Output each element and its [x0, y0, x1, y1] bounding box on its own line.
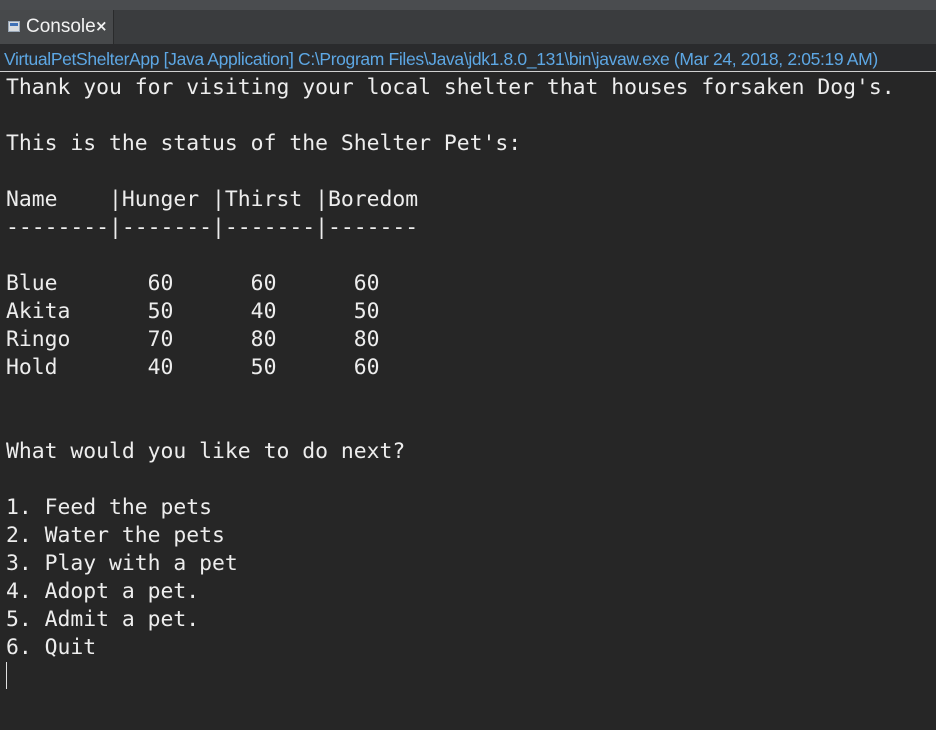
menu-option: 4. Adopt a pet. — [6, 579, 200, 604]
table-separator-line: --------|-------|-------|------- — [6, 215, 419, 240]
prompt-line: What would you like to do next? — [6, 439, 406, 464]
tab-strip-background — [0, 0, 936, 10]
pet-row: Ringo 70 80 80 — [6, 327, 380, 352]
pet-row: Blue 60 60 60 — [6, 271, 380, 296]
console-tab-label: Console — [26, 16, 96, 37]
close-icon[interactable]: × — [95, 17, 108, 35]
table-header-line: Name |Hunger |Thirst |Boredom — [6, 187, 419, 212]
launch-info-text: VirtualPetShelterApp [Java Application] … — [4, 49, 878, 69]
console-output[interactable]: Thank you for visiting your local shelte… — [0, 72, 936, 730]
pet-row: Hold 40 50 60 — [6, 355, 380, 380]
menu-option: 3. Play with a pet — [6, 551, 238, 576]
console-icon — [8, 21, 20, 32]
launch-info-bar: VirtualPetShelterApp [Java Application] … — [0, 44, 936, 72]
menu-option: 5. Admit a pet. — [6, 607, 200, 632]
input-caret[interactable] — [6, 662, 7, 689]
console-tab[interactable]: Console × — [0, 10, 114, 44]
menu-option: 2. Water the pets — [6, 523, 225, 548]
menu-option: 1. Feed the pets — [6, 495, 213, 520]
view-tab-strip: Console × — [0, 0, 936, 44]
status-heading-line: This is the status of the Shelter Pet's: — [6, 131, 522, 156]
pet-row: Akita 50 40 50 — [6, 299, 380, 324]
console-view: Console × VirtualPetShelterApp [Java App… — [0, 0, 936, 730]
menu-option: 6. Quit — [6, 635, 97, 660]
greeting-line: Thank you for visiting your local shelte… — [6, 75, 895, 100]
